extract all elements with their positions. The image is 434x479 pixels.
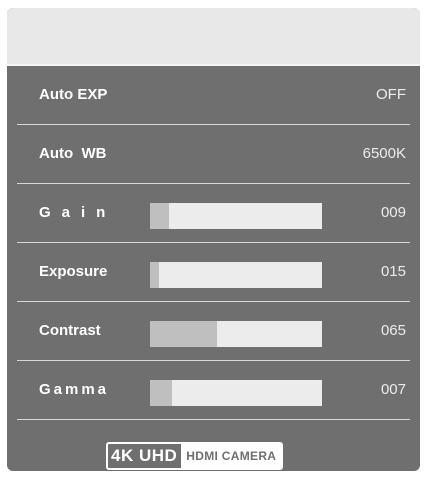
contrast-value: 065 — [380, 322, 406, 339]
gamma-slider-fill — [150, 380, 173, 406]
menu-row-contrast[interactable]: Contrast 065 — [17, 302, 410, 361]
exposure-slider[interactable] — [150, 262, 322, 288]
gamma-value: 007 — [380, 381, 406, 398]
logo-main-text: 4K UHD — [111, 446, 178, 465]
exposure-slider-fill — [150, 262, 159, 288]
contrast-label: Contrast — [39, 322, 101, 339]
menu-row-gain[interactable]: Gain 009 — [17, 184, 410, 243]
menu-footer: 4K UHD HDMI CAMERA — [7, 436, 420, 471]
menu-row-exposure[interactable]: Exposure 015 — [17, 243, 410, 302]
gain-value: 009 — [380, 204, 406, 221]
auto-exp-label: Auto EXP — [39, 86, 108, 103]
contrast-slider[interactable] — [150, 321, 322, 347]
auto-exp-value: OFF — [376, 86, 406, 103]
gamma-label: Gamma — [39, 381, 110, 398]
gain-label: Gain — [39, 204, 117, 221]
menu-header-bar — [7, 8, 420, 66]
4k-uhd-hdmi-camera-logo: 4K UHD HDMI CAMERA — [106, 442, 284, 470]
auto-wb-label: Auto WB — [39, 145, 107, 162]
contrast-slider-fill — [150, 321, 218, 347]
gain-slider[interactable] — [150, 203, 322, 229]
menu-row-auto-exp[interactable]: Auto EXP OFF — [17, 66, 410, 125]
gain-slider-fill — [150, 203, 169, 229]
exposure-value: 015 — [380, 263, 406, 280]
auto-wb-value: 6500K — [362, 145, 406, 162]
menu-row-auto-wb[interactable]: Auto WB 6500K — [17, 125, 410, 184]
gamma-slider[interactable] — [150, 380, 322, 406]
osd-menu-panel: Auto EXP OFF Auto WB 6500K Gain 009 Expo… — [7, 8, 420, 471]
menu-row-gamma[interactable]: Gamma 007 — [17, 361, 410, 420]
exposure-label: Exposure — [39, 263, 108, 280]
logo-sub-text: HDMI CAMERA — [181, 444, 282, 468]
